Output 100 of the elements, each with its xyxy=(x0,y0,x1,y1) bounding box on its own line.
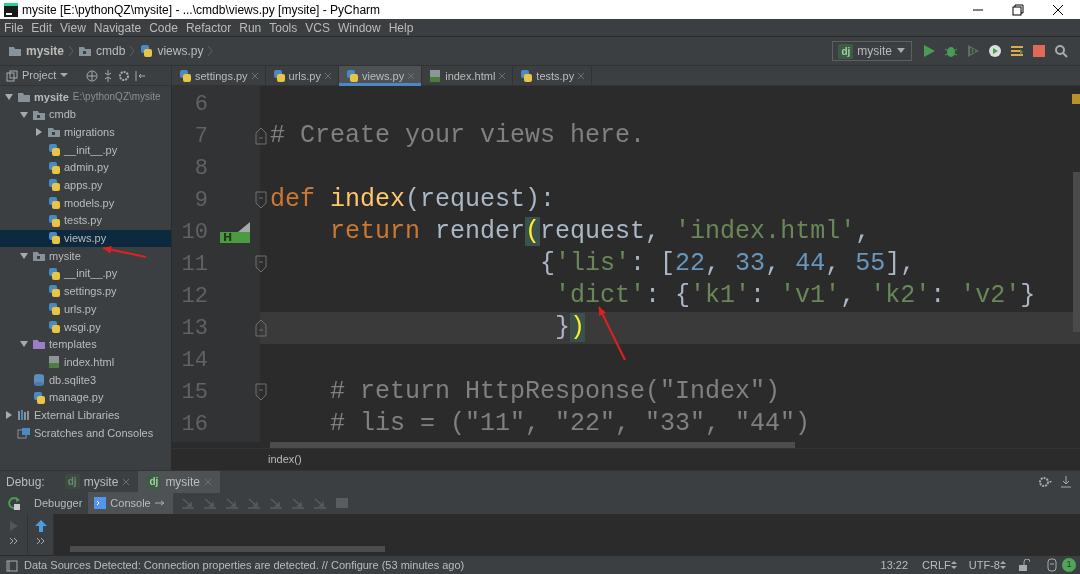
annotation-arrow xyxy=(100,243,148,260)
project-panel-header[interactable]: Project xyxy=(0,66,172,85)
tree-item[interactable]: manage.py xyxy=(0,388,171,407)
code-line: # Create your views here. xyxy=(270,121,646,150)
download-icon[interactable] xyxy=(1060,475,1072,488)
unfold-icon[interactable] xyxy=(255,127,267,145)
fold-icon[interactable] xyxy=(255,191,267,209)
tree-item[interactable]: cmdb xyxy=(0,105,171,124)
tree-item[interactable]: admin.py xyxy=(0,158,171,177)
settings-icon[interactable] xyxy=(118,69,131,82)
python-file-icon xyxy=(345,69,359,83)
chevron-icon xyxy=(207,45,214,57)
python-file-icon xyxy=(47,284,61,299)
breadcrumb-item[interactable]: mysite xyxy=(4,42,69,60)
warning-stripe-icon xyxy=(1072,94,1080,105)
inspector-icon[interactable] xyxy=(1046,558,1058,572)
horizontal-scrollbar[interactable] xyxy=(270,442,795,448)
tree-item[interactable]: Scratches and Consoles xyxy=(0,424,171,442)
horizontal-scrollbar[interactable] xyxy=(70,546,385,552)
status-message: Data Sources Detected: Connection properties are detected. // Configure (53 minutes ago) xyxy=(24,557,466,573)
debugger-tab[interactable]: Console xyxy=(88,492,173,514)
code-line: {'lis': [22, 33, 44, 55], xyxy=(539,249,916,278)
menu-item[interactable]: Tools xyxy=(265,18,302,37)
tree-item[interactable]: apps.py xyxy=(0,176,171,195)
search-icon[interactable] xyxy=(1054,44,1068,58)
python-file-icon xyxy=(47,266,61,281)
fold-icon[interactable] xyxy=(255,255,267,273)
debugger-tab[interactable]: Debugger xyxy=(28,492,89,514)
tree-item[interactable]: wsgi.py xyxy=(0,317,171,336)
python-file-icon xyxy=(47,160,61,175)
tree-item[interactable]: mysite xyxy=(0,247,171,265)
pin-icon[interactable] xyxy=(154,499,167,507)
tree-item[interactable]: urls.py xyxy=(0,300,171,318)
event-log-icon[interactable] xyxy=(6,559,18,572)
menu-item[interactable]: Refactor xyxy=(181,18,236,37)
lock-icon[interactable] xyxy=(1018,559,1030,571)
status-selector[interactable]: UTF-8 xyxy=(968,556,1006,574)
menu-item[interactable]: Navigate xyxy=(89,18,146,37)
console-icon xyxy=(94,497,107,509)
menu-item[interactable]: Window xyxy=(333,18,385,37)
unfold-icon[interactable] xyxy=(255,319,267,337)
target-icon[interactable] xyxy=(86,69,99,82)
tree-item[interactable]: db.sqlite3 xyxy=(0,371,171,389)
stop-icon[interactable] xyxy=(1032,44,1046,58)
breadcrumb-item[interactable]: cmdb xyxy=(74,42,130,60)
run-icon[interactable] xyxy=(922,44,936,58)
tree-item[interactable]: models.py xyxy=(0,194,171,212)
tree-item[interactable]: External Libraries xyxy=(0,406,171,425)
tree-item[interactable]: mysite E:\pythonQZ\mysite xyxy=(0,88,171,106)
tree-item[interactable]: migrations xyxy=(0,123,171,142)
code-line: }) xyxy=(554,313,586,342)
vertical-scrollbar[interactable] xyxy=(1073,172,1080,332)
editor-tab[interactable]: views.py xyxy=(339,66,423,86)
notification-badge[interactable]: 1 xyxy=(1062,558,1076,572)
expand-icon[interactable] xyxy=(9,538,18,544)
tree-item[interactable]: __init__.py xyxy=(0,141,171,159)
rerun-icon[interactable] xyxy=(7,496,21,510)
fold-icon[interactable] xyxy=(255,383,267,401)
menu-item[interactable]: VCS xyxy=(301,18,334,37)
menu-item[interactable]: View xyxy=(56,18,90,37)
tree-item[interactable]: templates xyxy=(0,335,171,354)
run-config-dropdown[interactable]: dj mysite xyxy=(832,41,912,61)
tree-item[interactable]: tests.py xyxy=(0,211,171,230)
menu-item[interactable]: File xyxy=(0,18,28,37)
debug-tab[interactable]: dj mysite xyxy=(138,470,221,493)
python-file-icon xyxy=(519,69,534,83)
tree-item[interactable]: views.py xyxy=(0,229,171,248)
django-icon: dj xyxy=(64,474,80,489)
up-arrow-icon[interactable] xyxy=(34,520,47,532)
breadcrumb-item[interactable]: views.py xyxy=(135,42,208,60)
close-icon[interactable] xyxy=(1052,3,1064,16)
collapsed-arrow-icon[interactable] xyxy=(34,127,44,138)
menu-item[interactable]: Edit xyxy=(27,18,57,37)
tree-item[interactable]: settings.py xyxy=(0,282,171,301)
build-icon[interactable] xyxy=(1010,44,1024,58)
collapsed-arrow-icon[interactable] xyxy=(4,410,14,421)
status-selector[interactable]: CRLF xyxy=(922,556,957,574)
breadcrumb-item[interactable]: index() xyxy=(268,451,302,468)
folder-icon xyxy=(17,90,31,103)
menu-item[interactable]: Code xyxy=(145,18,182,37)
menu-item[interactable]: Help xyxy=(384,18,418,37)
python-file-icon xyxy=(47,178,61,193)
profile-icon[interactable] xyxy=(988,44,1002,58)
expanded-arrow-icon[interactable] xyxy=(19,109,29,120)
expanded-arrow-icon[interactable] xyxy=(4,91,14,102)
menu-item[interactable]: Run xyxy=(235,18,266,37)
package-folder-icon xyxy=(32,250,46,263)
debug-tab[interactable]: dj mysite xyxy=(56,470,139,493)
tree-item[interactable]: index.html xyxy=(0,353,171,371)
coverage-icon[interactable] xyxy=(966,44,980,58)
tree-item[interactable]: __init__.py xyxy=(0,264,171,283)
restore-icon[interactable] xyxy=(1012,3,1024,16)
caret-position[interactable]: 13:22 xyxy=(880,556,909,574)
python-file-icon xyxy=(47,319,61,334)
caret-icon xyxy=(60,73,69,78)
debug-icon[interactable] xyxy=(944,44,958,58)
hide-icon[interactable] xyxy=(134,69,147,82)
expand-icon[interactable] xyxy=(36,538,45,544)
settings-icon[interactable] xyxy=(1038,475,1052,488)
code-line: 'dict': {'k1': 'v1', 'k2': 'v2'} xyxy=(554,281,1036,310)
